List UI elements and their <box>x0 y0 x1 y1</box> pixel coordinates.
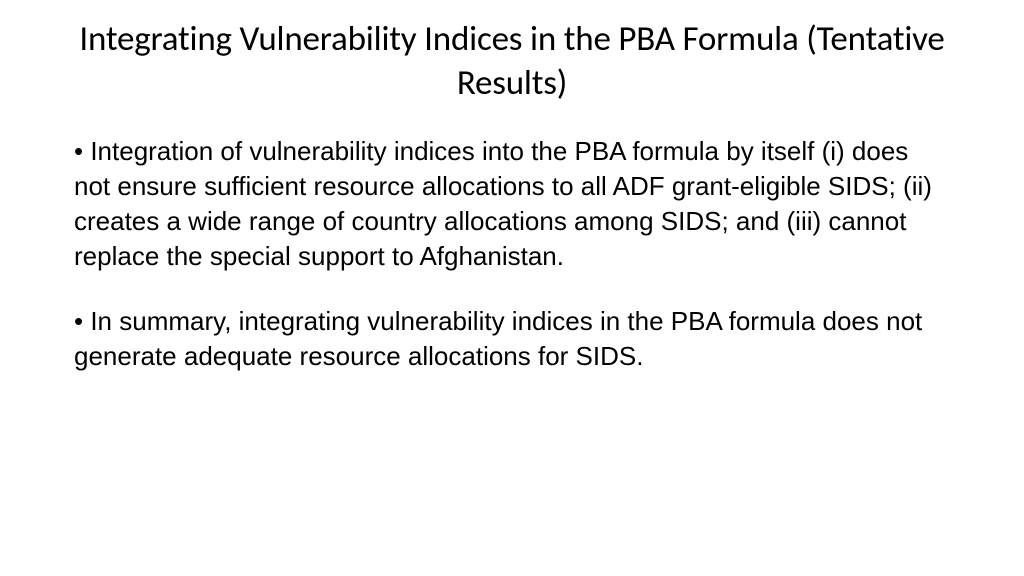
slide-title: Integrating Vulnerability Indices in the… <box>70 18 954 106</box>
bullet-item: • Integration of vulnerability indices i… <box>74 134 950 274</box>
bullet-item: • In summary, integrating vulnerability … <box>74 304 950 374</box>
slide-body: • Integration of vulnerability indices i… <box>70 134 954 375</box>
